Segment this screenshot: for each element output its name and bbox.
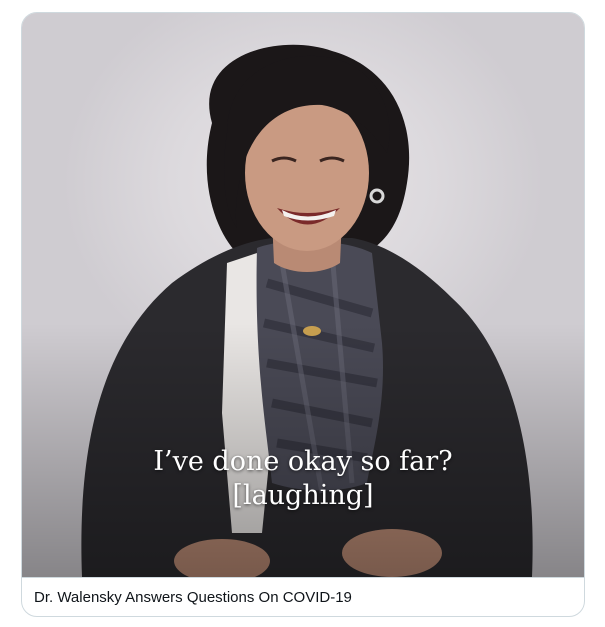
video-thumbnail[interactable]: I’ve done okay so far? [laughing]	[22, 13, 584, 577]
card-title[interactable]: Dr. Walensky Answers Questions On COVID-…	[34, 589, 352, 606]
link-preview-card[interactable]: I’ve done okay so far? [laughing] Dr. Wa…	[21, 12, 585, 617]
card-footer[interactable]: Dr. Walensky Answers Questions On COVID-…	[22, 577, 584, 616]
video-subtitle-line: I’ve done okay so far?	[153, 446, 453, 477]
video-subtitle-line: [laughing]	[232, 480, 374, 511]
